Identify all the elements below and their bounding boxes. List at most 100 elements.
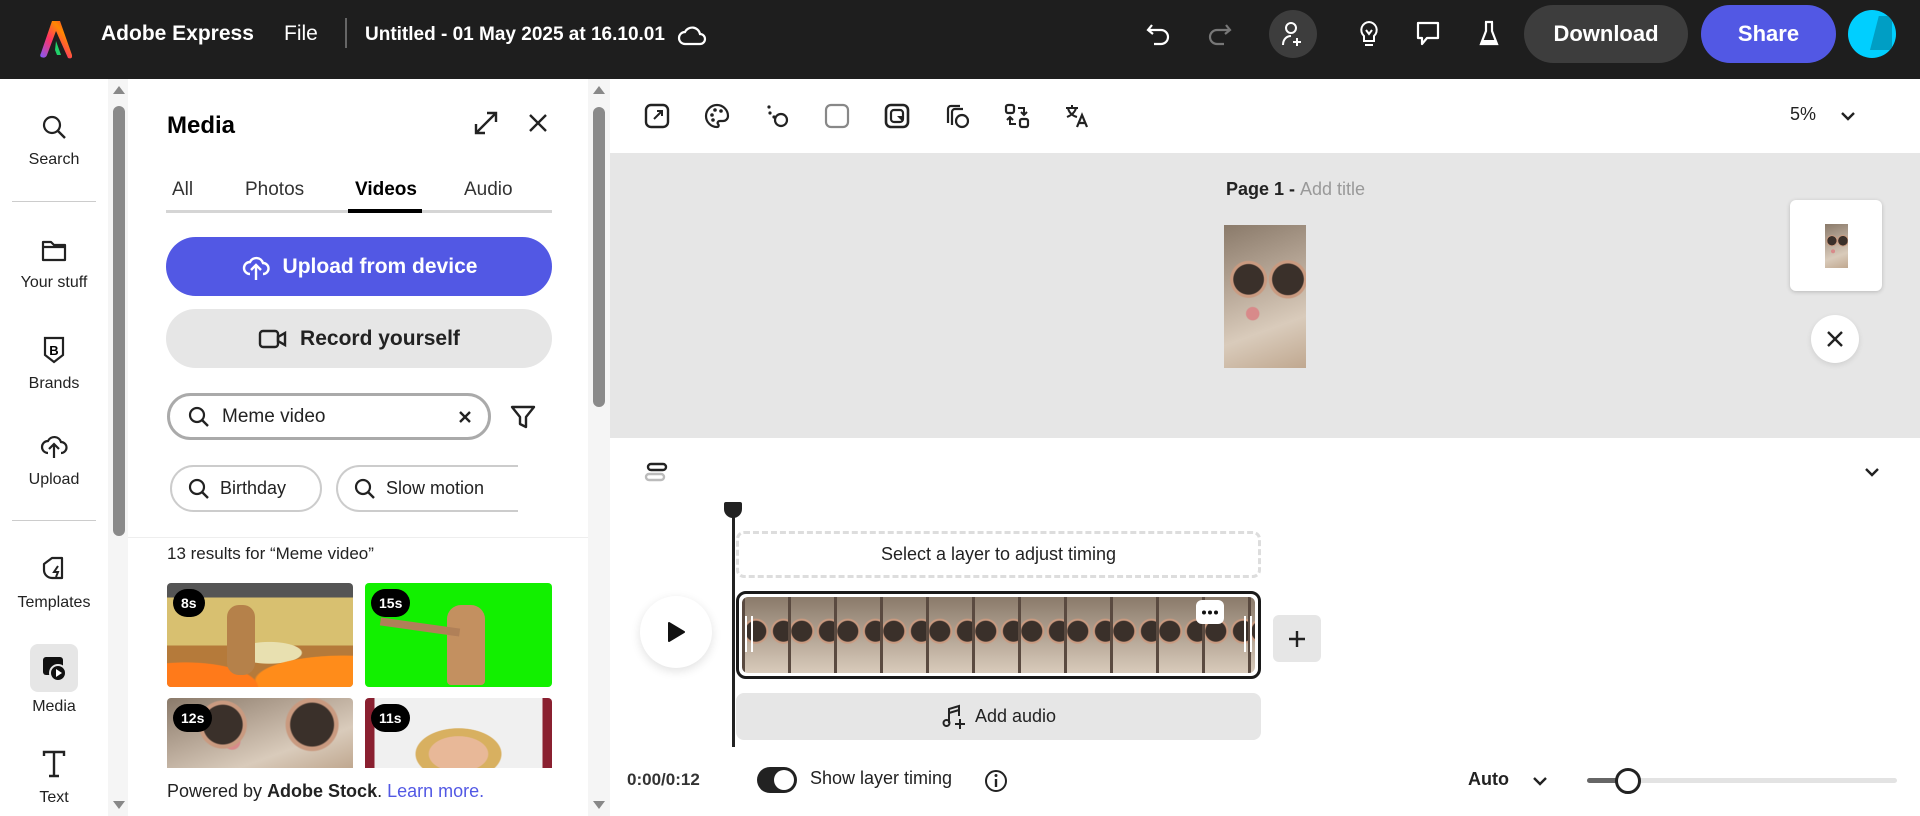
attribution: Powered by Adobe Stock. Learn more. xyxy=(167,781,484,802)
record-yourself-button[interactable]: Record yourself xyxy=(166,309,552,368)
templates-icon xyxy=(42,556,64,580)
rail-scrollbar[interactable] xyxy=(108,79,130,816)
file-menu[interactable]: File xyxy=(284,22,318,46)
download-button[interactable]: Download xyxy=(1524,5,1688,63)
slider-knob[interactable] xyxy=(1615,768,1642,794)
upload-from-device-button[interactable]: Upload from device xyxy=(166,237,552,296)
rail-item-text[interactable]: Text xyxy=(0,749,108,807)
expand-icon[interactable] xyxy=(471,108,501,138)
clear-search-icon[interactable] xyxy=(458,410,472,424)
svg-text:B: B xyxy=(49,343,58,358)
play-icon xyxy=(668,622,685,642)
timeline-view-icon[interactable] xyxy=(644,460,670,484)
play-button[interactable] xyxy=(640,596,712,668)
redo-icon[interactable] xyxy=(1203,18,1235,50)
rail-label: Your stuff xyxy=(20,274,88,291)
animation-icon[interactable] xyxy=(762,101,792,131)
rail-label: Templates xyxy=(17,594,91,611)
replace-icon[interactable] xyxy=(1002,101,1032,131)
upload-label: Upload from device xyxy=(282,254,478,278)
show-layer-timing-toggle[interactable] xyxy=(757,767,797,793)
collapse-timeline-icon[interactable] xyxy=(1862,462,1882,482)
canvas-video-layer[interactable] xyxy=(1224,225,1306,368)
search-icon xyxy=(354,478,375,499)
info-icon[interactable] xyxy=(983,768,1009,794)
more-icon xyxy=(1202,610,1218,614)
close-panel-icon[interactable] xyxy=(524,109,552,137)
plus-icon xyxy=(1289,630,1305,647)
divider xyxy=(128,537,588,538)
comment-icon[interactable] xyxy=(1412,18,1444,50)
upload-cloud-icon xyxy=(242,256,270,280)
tab-videos[interactable]: Videos xyxy=(355,179,417,201)
divider xyxy=(12,201,96,202)
adobe-express-logo-icon[interactable] xyxy=(38,18,74,60)
tab-all[interactable]: All xyxy=(172,179,193,201)
suggestion-chip-slow-motion[interactable]: Slow motion xyxy=(336,465,518,512)
palette-icon[interactable] xyxy=(702,101,732,131)
resize-icon[interactable] xyxy=(642,101,672,131)
panel-scrollbar[interactable] xyxy=(588,79,610,816)
divider xyxy=(12,520,96,521)
playhead-handle[interactable] xyxy=(724,502,742,518)
chevron-down-icon[interactable] xyxy=(1838,106,1858,126)
page-thumbnail-image xyxy=(1824,223,1848,268)
flask-icon[interactable] xyxy=(1474,18,1504,50)
media-search-input[interactable]: Meme video xyxy=(167,393,491,440)
rail-item-brands[interactable]: B Brands xyxy=(0,335,108,393)
chip-label: Slow motion xyxy=(386,478,485,498)
translate-icon[interactable] xyxy=(1062,101,1092,131)
rail-label: Upload xyxy=(28,471,80,488)
clip-trim-handle-left[interactable] xyxy=(745,616,753,652)
tab-audio[interactable]: Audio xyxy=(464,179,513,201)
timeline-panel: Select a layer to adjust timing Add audi… xyxy=(610,438,1920,816)
layers-timing-icon[interactable] xyxy=(942,101,972,131)
time-readout: 0:00/0:12 xyxy=(627,770,700,789)
rail-item-your-stuff[interactable]: Your stuff xyxy=(0,236,108,292)
close-thumbnails-button[interactable] xyxy=(1811,315,1859,363)
suggestion-chip-birthday[interactable]: Birthday xyxy=(170,465,322,512)
learn-more-link[interactable]: Learn more. xyxy=(387,781,484,801)
video-result[interactable]: 15s xyxy=(365,583,552,687)
search-icon xyxy=(42,115,66,139)
mask-icon[interactable] xyxy=(882,101,912,131)
shape-icon[interactable] xyxy=(822,101,852,131)
timing-hint: Select a layer to adjust timing xyxy=(736,531,1261,578)
page-title-input[interactable]: Add title xyxy=(1300,179,1365,199)
clip-more-options-button[interactable] xyxy=(1196,600,1224,624)
video-result[interactable]: 8s xyxy=(167,583,353,687)
page-thumbnail[interactable] xyxy=(1790,200,1882,291)
invite-user-button[interactable] xyxy=(1269,10,1317,58)
rail-label: Media xyxy=(32,698,76,715)
clip-trim-handle-right[interactable] xyxy=(1244,616,1252,652)
zoom-level[interactable]: 5% xyxy=(1790,104,1816,125)
video-result[interactable]: 12s xyxy=(167,698,353,768)
tab-photos[interactable]: Photos xyxy=(245,179,304,201)
user-avatar[interactable] xyxy=(1848,10,1896,58)
rail-label: Brands xyxy=(28,375,80,392)
video-result[interactable]: 11s xyxy=(365,698,552,768)
filter-icon[interactable] xyxy=(507,401,539,433)
rail-item-templates[interactable]: Templates xyxy=(0,554,108,612)
scale-mode-select[interactable]: Auto xyxy=(1468,769,1509,790)
playhead-line[interactable] xyxy=(732,502,735,747)
timeline-zoom-slider[interactable] xyxy=(1587,768,1897,794)
chevron-down-icon[interactable] xyxy=(1530,771,1550,791)
rail-item-search[interactable]: Search xyxy=(0,113,108,169)
lightbulb-icon[interactable] xyxy=(1354,18,1384,50)
video-clip-track[interactable] xyxy=(736,591,1261,679)
page-label: Page 1 - xyxy=(1226,179,1301,199)
undo-icon[interactable] xyxy=(1143,18,1175,50)
add-clip-button[interactable] xyxy=(1273,615,1321,662)
search-icon xyxy=(188,406,209,427)
rail-item-media[interactable]: Media xyxy=(0,644,108,716)
cloud-sync-icon[interactable] xyxy=(675,20,709,50)
adobe-stock-label: Adobe Stock xyxy=(267,781,378,801)
attribution-prefix: Powered by xyxy=(167,781,268,801)
share-button[interactable]: Share xyxy=(1701,5,1836,63)
document-title[interactable]: Untitled - 01 May 2025 at 16.10.01 xyxy=(365,24,665,46)
rail-item-upload[interactable]: Upload xyxy=(0,431,108,489)
add-audio-button[interactable]: Add audio xyxy=(736,693,1261,740)
show-layer-timing-label: Show layer timing xyxy=(810,768,953,788)
timing-hint-text: Select a layer to adjust timing xyxy=(880,544,1117,564)
